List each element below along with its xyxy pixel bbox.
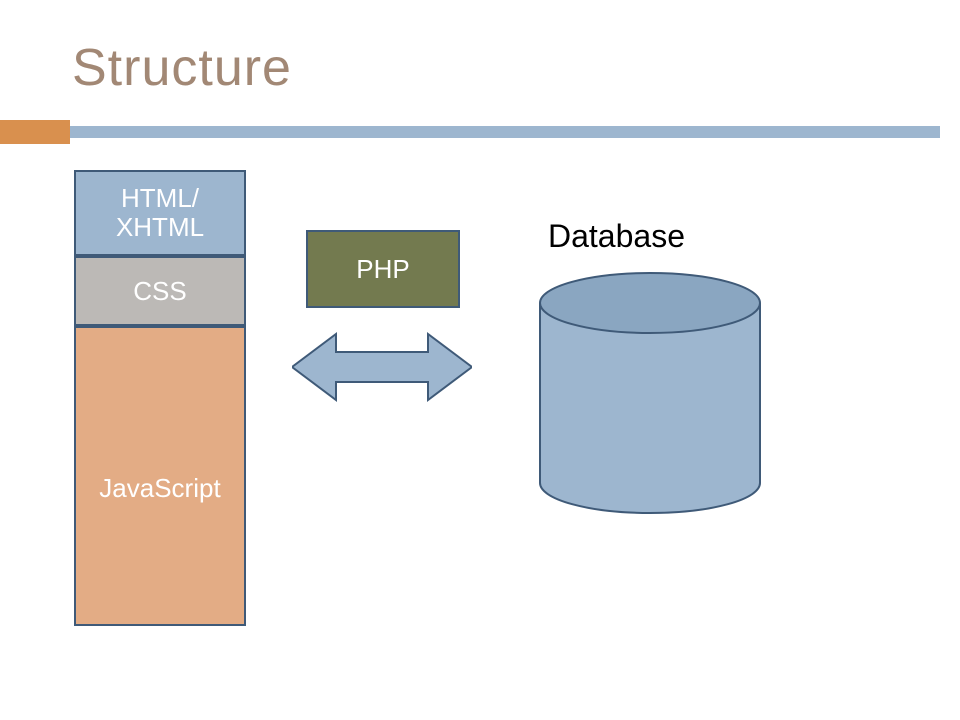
stack-js-label: JavaScript [99, 474, 220, 503]
stack-html-box: HTML/XHTML [74, 170, 246, 256]
double-arrow-icon [292, 330, 472, 404]
stack-html-label: HTML/XHTML [116, 184, 204, 241]
php-box: PHP [306, 230, 460, 308]
php-label: PHP [356, 254, 409, 285]
database-label: Database [548, 218, 685, 255]
database-cylinder-icon [530, 268, 770, 518]
title-rule-line [70, 126, 940, 138]
stack-css-label: CSS [133, 277, 186, 306]
stack-css-box: CSS [74, 256, 246, 326]
page-title: Structure [72, 38, 292, 98]
frontend-stack: HTML/XHTML CSS JavaScript [74, 170, 246, 626]
stack-js-box: JavaScript [74, 326, 246, 626]
title-rule-accent [0, 120, 70, 144]
